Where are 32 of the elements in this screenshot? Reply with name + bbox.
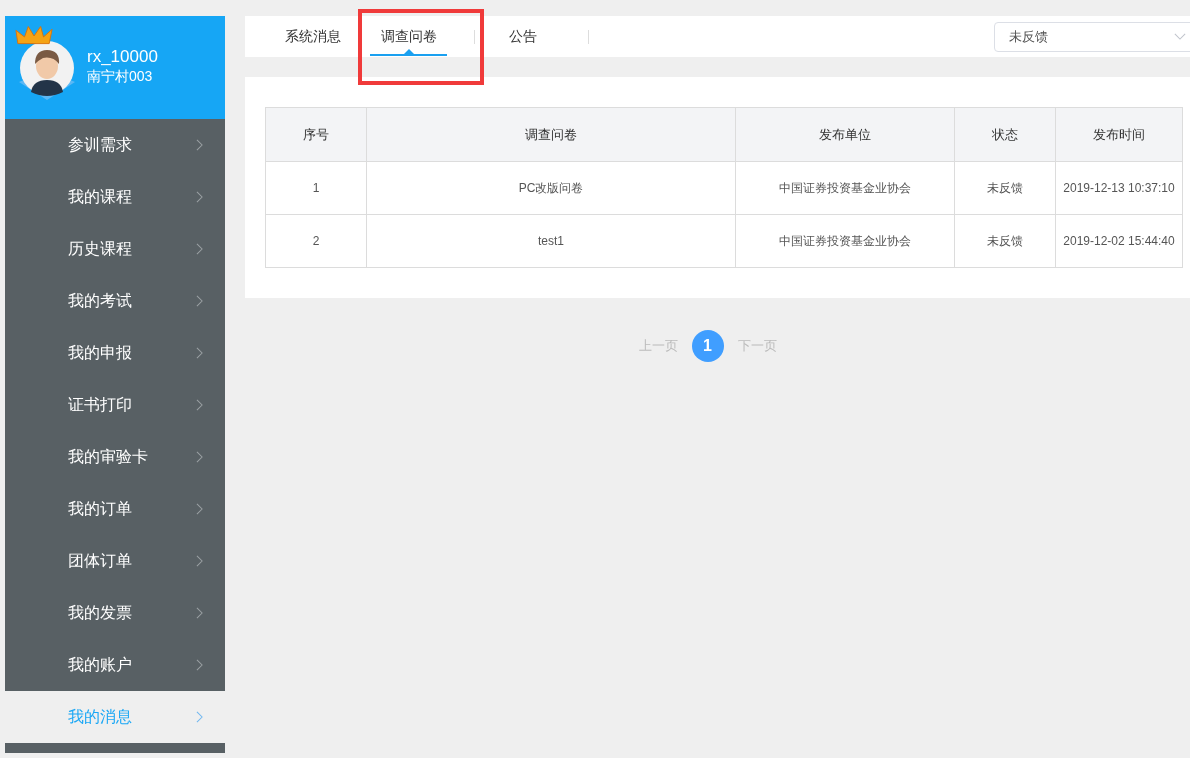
- tab[interactable]: 公告: [475, 16, 570, 57]
- table-cell: 2: [265, 214, 367, 268]
- column-header: 调查问卷: [366, 107, 736, 162]
- table-cell: 中国证券投资基金业协会: [735, 161, 955, 215]
- tab[interactable]: 调查问卷: [361, 16, 456, 57]
- tab[interactable]: 系统消息: [265, 16, 360, 57]
- sidebar-item[interactable]: 证书打印: [5, 379, 225, 431]
- table-cell: PC改版问卷: [366, 161, 736, 215]
- sidebar-item[interactable]: 我的课程: [5, 171, 225, 223]
- sidebar-item[interactable]: 团体订单: [5, 535, 225, 587]
- table-cell: 2019-12-02 15:44:40: [1055, 214, 1183, 268]
- table-cell: 2019-12-13 10:37:10: [1055, 161, 1183, 215]
- status-dropdown[interactable]: 未反馈: [994, 21, 1190, 52]
- sidebar-item[interactable]: 历史课程: [5, 223, 225, 275]
- column-header: 序号: [265, 107, 367, 162]
- sidebar-item[interactable]: 我的申报: [5, 327, 225, 379]
- table-cell: 1: [265, 161, 367, 215]
- table-cell: 中国证券投资基金业协会: [735, 214, 955, 268]
- sidebar-item[interactable]: 我的考试: [5, 275, 225, 327]
- table-cell: 未反馈: [954, 161, 1056, 215]
- sidebar-item[interactable]: 我的审验卡: [5, 431, 225, 483]
- table-cell: 未反馈: [954, 214, 1056, 268]
- column-header: 发布时间: [1055, 107, 1183, 162]
- sidebar-item[interactable]: 我的账户: [5, 639, 225, 691]
- sidebar-item[interactable]: 参训需求: [5, 119, 225, 171]
- column-header: 发布单位: [735, 107, 955, 162]
- sidebar-item[interactable]: 我的订单: [5, 483, 225, 535]
- table-cell: test1: [366, 214, 736, 268]
- column-header: 状态: [954, 107, 1056, 162]
- sidebar-item[interactable]: 我的发票: [5, 587, 225, 639]
- organization-name: 南宁村003: [87, 68, 154, 86]
- username: rx_10000: [87, 47, 158, 67]
